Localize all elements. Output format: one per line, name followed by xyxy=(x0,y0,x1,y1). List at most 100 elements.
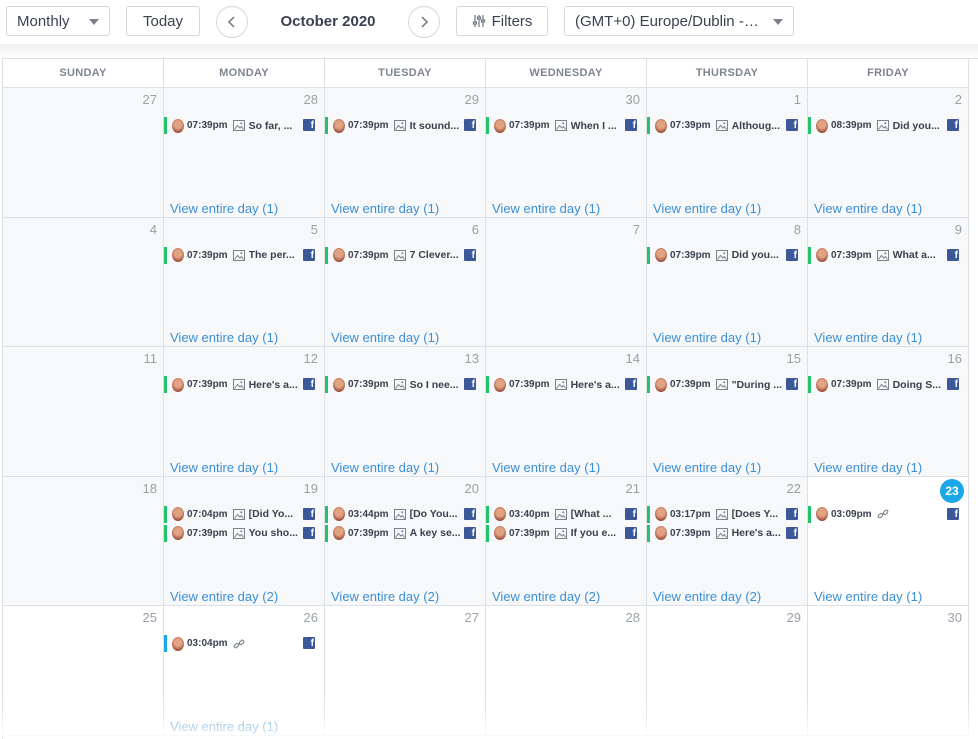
view-entire-day-link[interactable]: View entire day (1) xyxy=(331,330,439,345)
avatar xyxy=(816,118,828,133)
calendar-day-cell[interactable]: 23 03:09pm f View entire day (1) xyxy=(808,476,969,607)
calendar-day-cell[interactable]: 7 xyxy=(486,217,647,348)
calendar-day-cell[interactable]: 11 xyxy=(3,347,164,477)
calendar-day-cell[interactable]: 8 07:39pm Did you... f View entire day (1) xyxy=(647,217,808,348)
calendar-day-cell[interactable]: 12 07:39pm Here's a... f View entire day (1) xyxy=(164,347,325,477)
post-time: 07:39pm xyxy=(670,379,711,391)
post-title: You sho... xyxy=(248,527,298,540)
calendar-day-cell[interactable]: 9 07:39pm What a... f View entire day (1) xyxy=(808,217,969,348)
view-entire-day-link[interactable]: View entire day (1) xyxy=(814,330,922,345)
view-entire-day-link[interactable]: View entire day (1) xyxy=(170,719,278,734)
calendar-day-cell[interactable]: 28 07:39pm So far, ... f View entire day (1) xyxy=(164,88,325,218)
calendar-day-cell[interactable]: 21 03:40pm [What ... f 07:39pm If you e... f Vi… xyxy=(486,476,647,607)
post-title: Doing S... xyxy=(892,378,941,391)
view-entire-day-link[interactable]: View entire day (1) xyxy=(170,201,278,216)
calendar-day-cell[interactable]: 5 07:39pm The per... f View entire day (1) xyxy=(164,217,325,348)
facebook-icon: f xyxy=(464,248,476,261)
view-entire-day-link[interactable]: View entire day (1) xyxy=(170,330,278,345)
calendar-day-cell[interactable]: 25 xyxy=(3,606,164,736)
calendar-day-cell[interactable]: 16 07:39pm Doing S... f View entire day (1) xyxy=(808,347,969,477)
avatar xyxy=(655,118,667,133)
calendar-day-cell[interactable]: 20 03:44pm [Do You... f 07:39pm A key se... f V… xyxy=(325,476,486,607)
calendar-day-cell[interactable]: 28 xyxy=(486,606,647,736)
calendar-day-cell[interactable]: 18 xyxy=(3,476,164,607)
calendar-day-cell[interactable]: 19 07:04pm [Did Yo... f 07:39pm You sho... f Vi… xyxy=(164,476,325,607)
view-entire-day-link[interactable]: View entire day (1) xyxy=(814,460,922,475)
image-icon xyxy=(715,379,728,391)
avatar xyxy=(655,507,667,522)
view-entire-day-link[interactable]: View entire day (1) xyxy=(331,201,439,216)
view-entire-day-link[interactable]: View entire day (1) xyxy=(653,460,761,475)
previous-month-button[interactable] xyxy=(216,6,248,38)
post-status-bar xyxy=(647,117,650,134)
calendar-day-cell[interactable]: 1 07:39pm Althoug... f View entire day (1) xyxy=(647,88,808,218)
view-entire-day-link[interactable]: View entire day (1) xyxy=(653,330,761,345)
calendar-day-cell[interactable]: 29 xyxy=(647,606,808,736)
calendar-day-cell[interactable]: 4 xyxy=(3,217,164,348)
facebook-icon: f xyxy=(786,507,798,520)
post-status-bar xyxy=(325,376,328,394)
post-time: 07:39pm xyxy=(509,120,550,131)
scheduled-post[interactable]: 07:39pm A key se... f xyxy=(325,524,485,542)
calendar-day-cell[interactable]: 27 xyxy=(3,88,164,218)
calendar-day-cell[interactable]: 30 xyxy=(808,606,969,736)
calendar-day-cell[interactable]: 14 07:39pm Here's a... f View entire day (1) xyxy=(486,347,647,477)
scheduled-post[interactable]: 08:39pm Did you... f xyxy=(808,117,968,134)
scheduled-post[interactable]: 07:39pm Althoug... f xyxy=(647,117,807,134)
view-entire-day-link[interactable]: View entire day (1) xyxy=(170,460,278,475)
avatar xyxy=(172,248,184,263)
view-entire-day-link[interactable]: View entire day (1) xyxy=(331,460,439,475)
scheduled-post[interactable]: 03:44pm [Do You... f xyxy=(325,505,485,523)
view-mode-select[interactable]: Monthly xyxy=(6,6,110,36)
view-entire-day-link[interactable]: View entire day (1) xyxy=(492,201,600,216)
post-title: If you e... xyxy=(570,527,617,540)
scheduled-post[interactable]: 07:39pm It sound... f xyxy=(325,117,485,134)
calendar-day-cell[interactable]: 2 08:39pm Did you... f View entire day (1) xyxy=(808,88,969,218)
calendar-day-cell[interactable]: 6 07:39pm 7 Clever... f View entire day (1) xyxy=(325,217,486,348)
view-entire-day-link[interactable]: View entire day (1) xyxy=(814,201,922,216)
scheduled-post[interactable]: 03:04pm f xyxy=(164,635,324,653)
view-entire-day-link[interactable]: View entire day (2) xyxy=(170,589,278,604)
view-entire-day-link[interactable]: View entire day (2) xyxy=(653,589,761,604)
scheduled-post[interactable]: 07:39pm "During ... f xyxy=(647,376,807,394)
scheduled-post[interactable]: 07:39pm The per... f xyxy=(164,246,324,264)
scheduled-post[interactable]: 07:39pm 7 Clever... f xyxy=(325,246,485,264)
scheduled-post[interactable]: 07:39pm Here's a... f xyxy=(647,524,807,542)
facebook-icon: f xyxy=(303,637,315,650)
scheduled-post[interactable]: 07:39pm Here's a... f xyxy=(164,376,324,394)
scheduled-post[interactable]: 03:17pm [Does Y... f xyxy=(647,505,807,523)
scheduled-post[interactable]: 03:40pm [What ... f xyxy=(486,505,646,523)
calendar-day-cell[interactable]: 30 07:39pm When I ... f View entire day (1) xyxy=(486,88,647,218)
scheduled-post[interactable]: 07:39pm Doing S... f xyxy=(808,376,968,394)
filters-button[interactable]: Filters xyxy=(456,6,548,36)
scheduled-post[interactable]: 07:39pm You sho... f xyxy=(164,524,324,542)
scheduled-post[interactable]: 07:39pm So far, ... f xyxy=(164,117,324,134)
scheduled-post[interactable]: 07:39pm Did you... f xyxy=(647,246,807,264)
view-entire-day-link[interactable]: View entire day (1) xyxy=(653,201,761,216)
facebook-icon: f xyxy=(464,378,476,391)
day-number: 7 xyxy=(632,221,640,237)
timezone-select[interactable]: (GMT+0) Europe/Dublin - G... xyxy=(564,6,794,36)
scheduled-post[interactable]: 07:39pm If you e... f xyxy=(486,524,646,542)
facebook-icon: f xyxy=(947,119,959,131)
scheduled-post[interactable]: 07:39pm Here's a... f xyxy=(486,376,646,394)
scheduled-post[interactable]: 07:39pm So I nee... f xyxy=(325,376,485,394)
view-entire-day-link[interactable]: View entire day (2) xyxy=(331,589,439,604)
scheduled-post[interactable]: 07:39pm What a... f xyxy=(808,246,968,264)
calendar-day-cell[interactable]: 29 07:39pm It sound... f View entire day (1) xyxy=(325,88,486,218)
next-month-button[interactable] xyxy=(408,6,440,38)
today-button[interactable]: Today xyxy=(126,6,200,36)
scheduled-post[interactable]: 07:04pm [Did Yo... f xyxy=(164,505,324,523)
calendar-day-cell[interactable]: 22 03:17pm [Does Y... f 07:39pm Here's a... f V… xyxy=(647,476,808,607)
chevron-right-icon xyxy=(421,16,429,28)
calendar-day-cell[interactable]: 27 xyxy=(325,606,486,736)
calendar-day-cell[interactable]: 15 07:39pm "During ... f View entire day (1) xyxy=(647,347,808,477)
scheduled-post[interactable]: 03:09pm f xyxy=(808,505,968,523)
scheduled-post[interactable]: 07:39pm When I ... f xyxy=(486,117,646,134)
view-entire-day-link[interactable]: View entire day (1) xyxy=(492,460,600,475)
view-entire-day-link[interactable]: View entire day (1) xyxy=(814,589,922,604)
calendar-day-cell[interactable]: 26 03:04pm f View entire day (1) xyxy=(164,606,325,736)
facebook-icon: f xyxy=(303,507,315,520)
calendar-day-cell[interactable]: 13 07:39pm So I nee... f View entire day (1) xyxy=(325,347,486,477)
view-entire-day-link[interactable]: View entire day (2) xyxy=(492,589,600,604)
